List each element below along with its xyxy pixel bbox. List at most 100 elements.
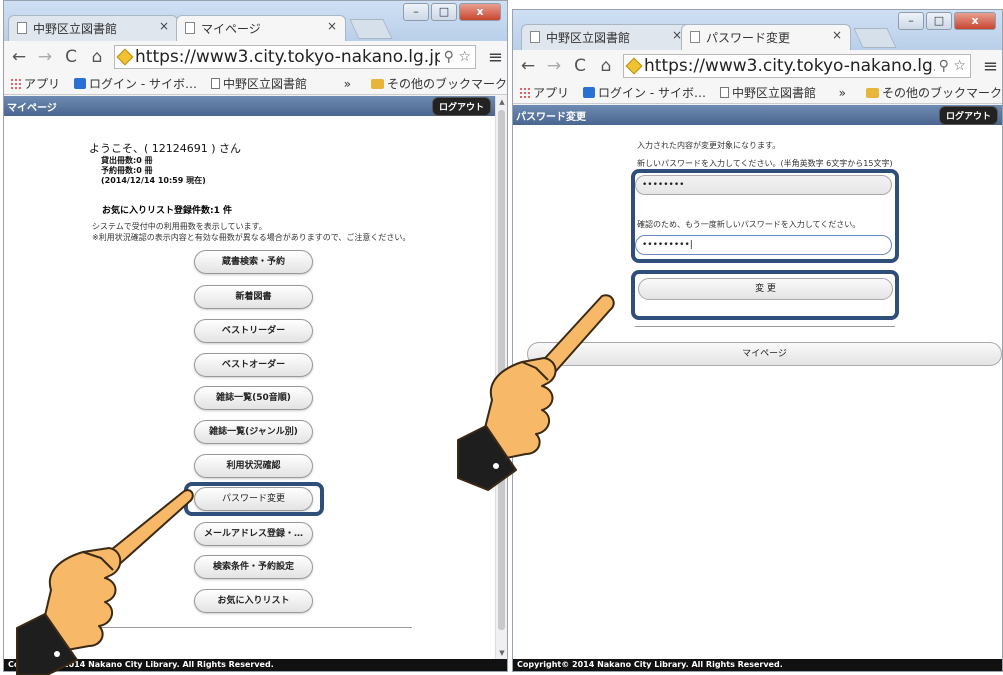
bookmark-other[interactable]: その他のブックマーク — [865, 84, 1002, 101]
tab-nakano-library[interactable]: 中野区立図書館 × — [521, 24, 691, 50]
bookmark-other[interactable]: その他のブックマーク — [370, 75, 507, 92]
lock-icon — [116, 48, 134, 66]
folder-icon — [865, 87, 879, 98]
page-title: パスワード変更 — [516, 111, 586, 123]
highlight-frame — [631, 169, 899, 263]
reload-icon[interactable]: C — [571, 56, 589, 76]
menu-button-search-settings[interactable]: 検索条件・予約設定 — [194, 555, 313, 579]
menu-button-magazines-kana[interactable]: 雑誌一覧(50音順) — [194, 386, 313, 410]
minimize-icon[interactable]: – — [403, 3, 429, 21]
bookmark-icon — [74, 78, 87, 89]
tab-change-password[interactable]: パスワード変更 × — [681, 24, 851, 50]
close-window-icon[interactable]: x — [459, 3, 501, 21]
loan-count: 貸出冊数:0 冊 — [101, 155, 153, 165]
title-bar: 中野区立図書館 × パスワード変更 × – □ x — [513, 10, 1002, 50]
home-icon[interactable]: ⌂ — [597, 56, 615, 76]
nav-toolbar: ← → C ⌂ https://www3.city.tokyo-nakano.l… — [513, 50, 1002, 82]
menu-button-magazines-genre[interactable]: 雑誌一覧(ジャンル別) — [194, 420, 313, 444]
close-window-icon[interactable]: x — [954, 12, 996, 30]
tab-mypage[interactable]: マイページ × — [176, 15, 346, 41]
intro-text: 入力された内容が変更対象になります。 — [637, 141, 781, 150]
as-of-time: (2014/12/14 10:59 現在) — [101, 175, 206, 185]
forward-icon[interactable]: → — [36, 47, 54, 67]
page-header: マイページ ログアウト — [4, 96, 495, 116]
logout-button[interactable]: ログアウト — [431, 96, 491, 116]
new-tab-button[interactable] — [853, 28, 897, 48]
menu-icon[interactable]: ≡ — [983, 56, 998, 77]
menu-icon[interactable]: ≡ — [488, 47, 503, 68]
tab-label: 中野区立図書館 — [33, 22, 118, 36]
menu-button-best-reader[interactable]: ベストリーダー — [194, 319, 313, 343]
pointing-hand-icon — [457, 294, 615, 491]
bookmark-apps[interactable]: アプリ — [519, 84, 569, 101]
bookmark-apps[interactable]: アプリ — [10, 75, 60, 92]
page-icon — [17, 22, 27, 34]
star-icon[interactable]: ☆ — [458, 49, 471, 65]
bookmark-login[interactable]: ログイン - サイボ… — [74, 75, 197, 92]
notice-text: システムで受付中の利用冊数を表示しています。 ※利用状況確認の表示内容と有効な冊… — [92, 222, 410, 244]
back-icon[interactable]: ← — [519, 56, 537, 76]
page-icon — [690, 31, 700, 43]
pointing-hand-icon — [16, 489, 194, 675]
maximize-icon[interactable]: □ — [926, 12, 952, 30]
menu-button-new-books[interactable]: 新着図書 — [194, 285, 313, 309]
search-icon[interactable]: ⚲ — [939, 58, 949, 74]
page-title: マイページ — [7, 102, 57, 114]
bookmark-overflow[interactable]: » — [839, 86, 846, 100]
bookmark-login[interactable]: ログイン - サイボ… — [583, 84, 706, 101]
lock-icon — [625, 57, 643, 75]
favorites-count: お気に入りリスト登録件数:1 件 — [102, 206, 232, 216]
page-header: パスワード変更 ログアウト — [513, 105, 1002, 125]
divider — [635, 326, 895, 327]
bookmarks-bar: アプリ ログイン - サイボ… 中野区立図書館 » その他のブックマーク — [4, 73, 507, 95]
url-text: https://www3.city.tokyo-nakano.lg.jp/tos… — [135, 47, 440, 67]
address-bar[interactable]: https://www3.city.tokyo-nakano.lg.jp/tos… — [623, 54, 971, 78]
window-controls: – □ x — [403, 3, 501, 21]
reload-icon[interactable]: C — [62, 47, 80, 67]
back-icon[interactable]: ← — [10, 47, 28, 67]
new-tab-button[interactable] — [349, 19, 393, 39]
menu-button-favorites[interactable]: お気に入りリスト — [194, 589, 313, 613]
page-icon — [719, 87, 729, 98]
notice-line: システムで受付中の利用冊数を表示しています。 — [92, 222, 267, 231]
tab-label: マイページ — [201, 22, 261, 36]
bookmark-library[interactable]: 中野区立図書館 — [719, 84, 816, 101]
folder-icon — [370, 78, 384, 89]
page-icon — [185, 22, 195, 34]
page-icon — [210, 78, 220, 89]
bookmark-library[interactable]: 中野区立図書館 — [210, 75, 307, 92]
scroll-down-icon[interactable]: ▼ — [496, 647, 507, 659]
nav-toolbar: ← → C ⌂ https://www3.city.tokyo-nakano.l… — [4, 41, 507, 73]
title-bar: 中野区立図書館 × マイページ × – □ x — [4, 1, 507, 41]
bookmark-icon — [583, 87, 596, 98]
url-text: https://www3.city.tokyo-nakano.lg.jp/tos… — [644, 56, 935, 76]
star-icon[interactable]: ☆ — [953, 58, 966, 74]
maximize-icon[interactable]: □ — [431, 3, 457, 21]
bookmark-overflow[interactable]: » — [344, 77, 351, 91]
footer: Copyright© 2014 Nakano City Library. All… — [513, 659, 1002, 671]
reservation-count: 予約冊数:0 冊 — [101, 165, 153, 175]
highlight-frame — [631, 270, 899, 320]
notice-line: ※利用状況確認の表示内容と有効な冊数が異なる場合がありますので、ご注意ください。 — [92, 232, 411, 242]
close-tab-icon[interactable]: × — [159, 19, 169, 33]
apps-icon — [10, 78, 21, 89]
search-icon[interactable]: ⚲ — [444, 49, 454, 65]
address-bar[interactable]: https://www3.city.tokyo-nakano.lg.jp/tos… — [114, 45, 476, 69]
home-icon[interactable]: ⌂ — [88, 47, 106, 67]
menu-button-best-order[interactable]: ベストオーダー — [194, 353, 313, 377]
scroll-up-icon[interactable]: ▲ — [496, 96, 507, 108]
logout-button[interactable]: ログアウト — [938, 105, 998, 125]
tab-label: 中野区立図書館 — [546, 31, 631, 45]
bookmarks-bar: アプリ ログイン - サイボ… 中野区立図書館 » その他のブックマーク — [513, 82, 1002, 104]
welcome-line: ようこそ、( 12124691 ) さん — [89, 142, 242, 155]
minimize-icon[interactable]: – — [898, 12, 924, 30]
close-tab-icon[interactable]: × — [327, 19, 337, 33]
tab-nakano-library[interactable]: 中野区立図書館 × — [8, 15, 178, 41]
close-tab-icon[interactable]: × — [832, 28, 842, 42]
highlight-frame — [184, 482, 324, 516]
menu-button-search[interactable]: 蔵書検索・予約 — [194, 250, 313, 274]
menu-button-email-registration[interactable]: メールアドレス登録・… — [194, 522, 313, 546]
forward-icon[interactable]: → — [545, 56, 563, 76]
window-controls: – □ x — [898, 12, 996, 30]
menu-button-usage-status[interactable]: 利用状況確認 — [194, 454, 313, 478]
